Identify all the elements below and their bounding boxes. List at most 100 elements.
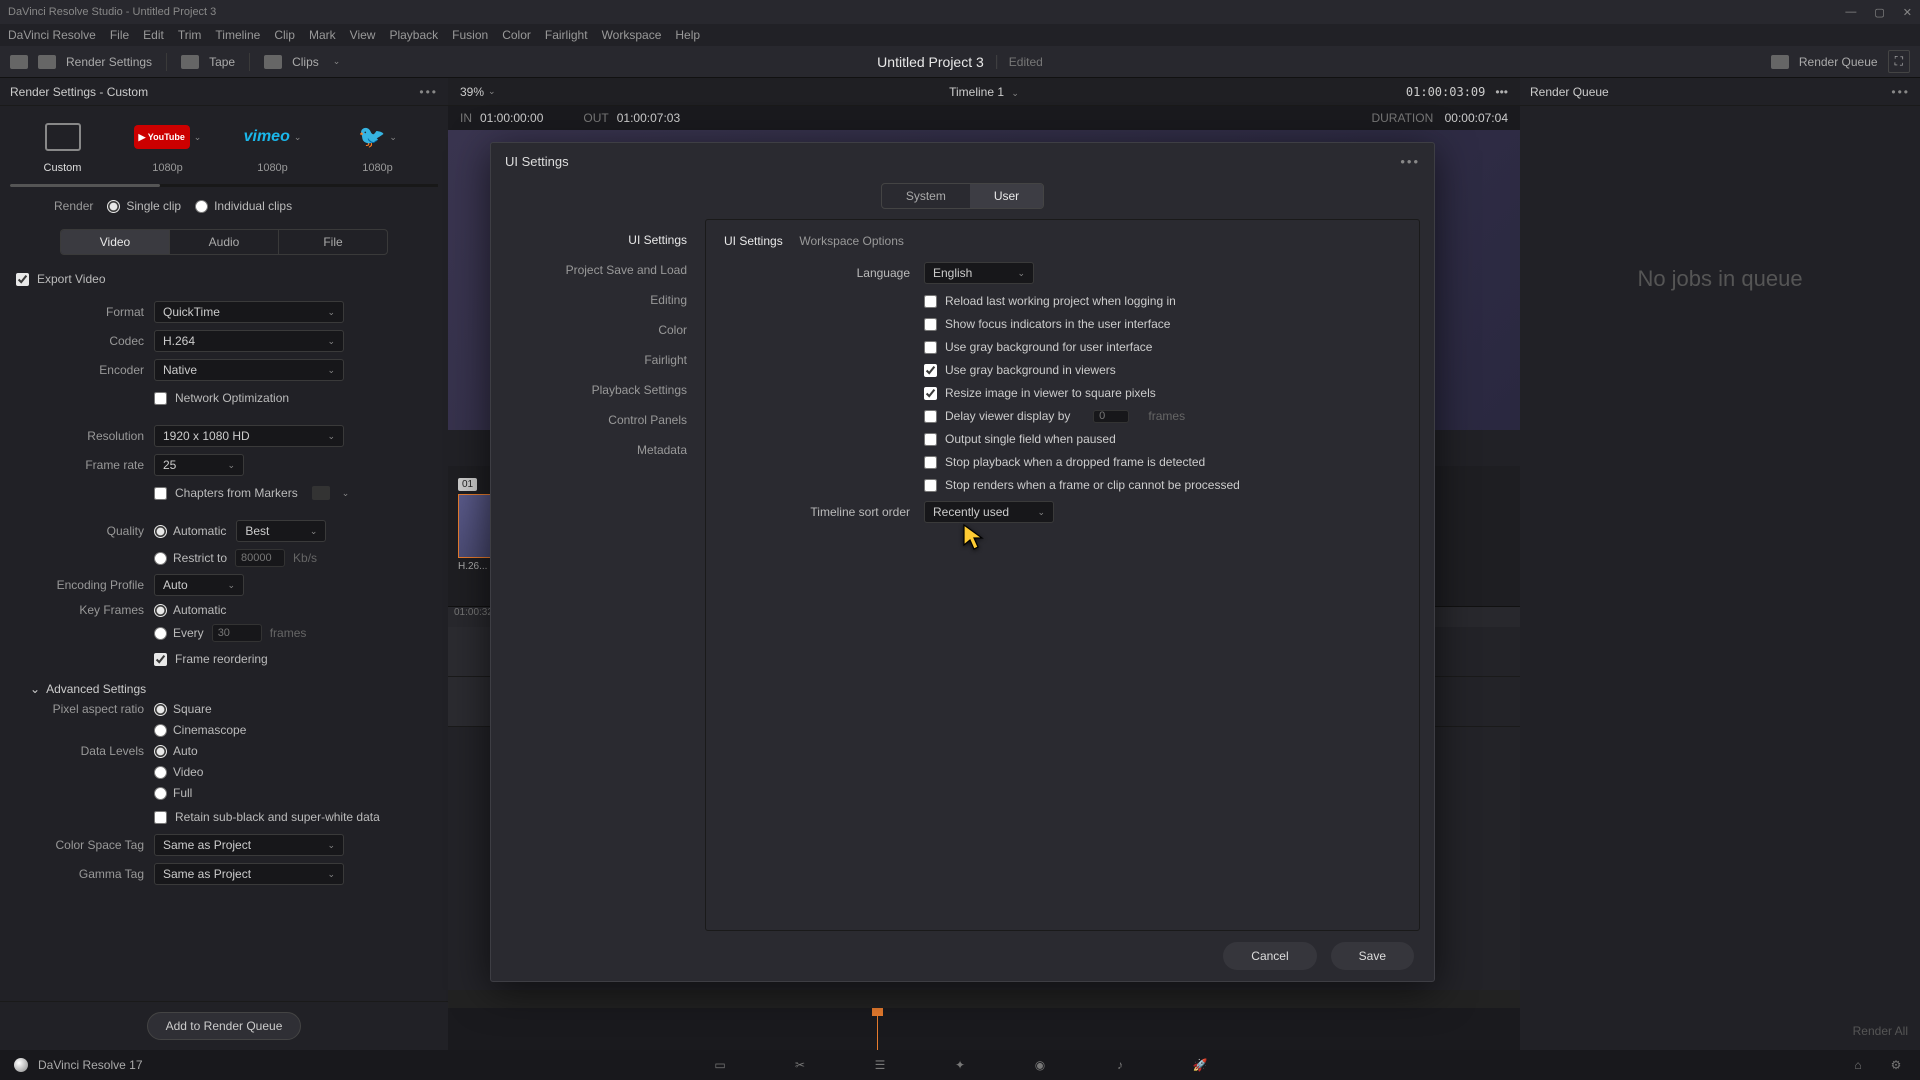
dl-full-radio[interactable]: Full — [154, 786, 438, 800]
panel-menu-button[interactable]: ••• — [419, 85, 438, 99]
menu-help[interactable]: Help — [675, 28, 700, 42]
menu-playback[interactable]: Playback — [389, 28, 438, 42]
retain-sub-checkbox[interactable] — [154, 811, 167, 824]
nav-ui-settings[interactable]: UI Settings — [505, 225, 705, 255]
preset-vimeo[interactable]: vimeo⌄ 1080p — [220, 120, 325, 174]
render-queue-icon[interactable] — [1771, 55, 1789, 69]
menu-mark[interactable]: Mark — [309, 28, 336, 42]
menu-workspace[interactable]: Workspace — [602, 28, 662, 42]
deliver-page-icon[interactable]: 🚀 — [1190, 1055, 1210, 1075]
color-page-icon[interactable]: ◉ — [1030, 1055, 1050, 1075]
tab-file[interactable]: File — [279, 230, 387, 254]
cut-page-icon[interactable]: ✂ — [790, 1055, 810, 1075]
chapters-checkbox[interactable] — [154, 487, 167, 500]
tab-video[interactable]: Video — [61, 230, 170, 254]
tab-user[interactable]: User — [970, 184, 1043, 208]
nav-control-panels[interactable]: Control Panels — [505, 405, 705, 435]
timeline-name[interactable]: Timeline 1 ⌄ — [949, 85, 1019, 99]
tape-icon[interactable] — [181, 55, 199, 69]
menu-trim[interactable]: Trim — [178, 28, 202, 42]
resolution-select[interactable]: 1920 x 1080 HD⌄ — [154, 425, 344, 447]
nav-playback[interactable]: Playback Settings — [505, 375, 705, 405]
preset-scrollbar[interactable] — [10, 184, 438, 187]
menu-color[interactable]: Color — [502, 28, 531, 42]
mini-timeline[interactable] — [448, 990, 1520, 1050]
gray-ui-checkbox[interactable] — [924, 341, 937, 354]
delay-input[interactable] — [1093, 410, 1129, 423]
reload-project-checkbox[interactable] — [924, 295, 937, 308]
expand-button[interactable]: ⛶ — [1888, 50, 1910, 73]
menu-edit[interactable]: Edit — [143, 28, 164, 42]
subtab-workspace[interactable]: Workspace Options — [799, 234, 904, 248]
render-settings-icon[interactable] — [38, 55, 56, 69]
tape-label[interactable]: Tape — [209, 55, 235, 69]
network-opt-checkbox[interactable] — [154, 392, 167, 405]
fairlight-page-icon[interactable]: ♪ — [1110, 1055, 1130, 1075]
tab-audio[interactable]: Audio — [170, 230, 279, 254]
quality-select[interactable]: Best⌄ — [236, 520, 326, 542]
nav-metadata[interactable]: Metadata — [505, 435, 705, 465]
stop-render-checkbox[interactable] — [924, 479, 937, 492]
advanced-toggle[interactable]: ⌄Advanced Settings — [10, 676, 438, 702]
frame-reorder-checkbox[interactable] — [154, 653, 167, 666]
fusion-page-icon[interactable]: ✦ — [950, 1055, 970, 1075]
preset-custom[interactable]: Custom — [10, 120, 115, 174]
viewer-menu-button[interactable]: ••• — [1495, 85, 1508, 99]
menu-timeline[interactable]: Timeline — [215, 28, 260, 42]
render-all-button[interactable]: Render All — [1853, 1024, 1908, 1038]
render-individual-radio[interactable]: Individual clips — [195, 199, 292, 213]
in-timecode[interactable]: 01:00:00:00 — [480, 111, 543, 125]
gamma-select[interactable]: Same as Project⌄ — [154, 863, 344, 885]
timeline-sort-select[interactable]: Recently used⌄ — [924, 501, 1054, 523]
cst-select[interactable]: Same as Project⌄ — [154, 834, 344, 856]
keyframes-every-radio[interactable]: Every — [154, 626, 204, 640]
restrict-input[interactable] — [235, 549, 285, 567]
modal-menu-button[interactable]: ••• — [1400, 154, 1420, 169]
nav-fairlight[interactable]: Fairlight — [505, 345, 705, 375]
cancel-button[interactable]: Cancel — [1223, 942, 1316, 970]
encoder-select[interactable]: Native⌄ — [154, 359, 344, 381]
preset-youtube[interactable]: ▶ YouTube⌄ 1080p — [115, 120, 220, 174]
edit-page-icon[interactable]: ☰ — [870, 1055, 890, 1075]
close-button[interactable]: ✕ — [1903, 6, 1912, 19]
nav-project-save[interactable]: Project Save and Load — [505, 255, 705, 285]
resize-square-checkbox[interactable] — [924, 387, 937, 400]
home-icon[interactable]: ⌂ — [1848, 1055, 1868, 1075]
quality-auto-radio[interactable]: Automatic — [154, 524, 226, 538]
export-video-checkbox[interactable] — [16, 273, 29, 286]
queue-menu-button[interactable]: ••• — [1891, 85, 1910, 99]
dl-video-radio[interactable]: Video — [154, 765, 438, 779]
zoom-level[interactable]: 39% — [460, 85, 484, 99]
render-single-radio[interactable]: Single clip — [107, 199, 181, 213]
keyframes-auto-radio[interactable]: Automatic — [154, 603, 438, 617]
nav-editing[interactable]: Editing — [505, 285, 705, 315]
format-select[interactable]: QuickTime⌄ — [154, 301, 344, 323]
save-button[interactable]: Save — [1331, 942, 1414, 970]
tab-system[interactable]: System — [882, 184, 970, 208]
chapter-color-swatch[interactable] — [312, 486, 330, 500]
focus-indicators-checkbox[interactable] — [924, 318, 937, 331]
menu-davinci[interactable]: DaVinci Resolve — [8, 28, 96, 42]
delay-viewer-checkbox[interactable] — [924, 410, 937, 423]
menu-fusion[interactable]: Fusion — [452, 28, 488, 42]
enc-profile-select[interactable]: Auto⌄ — [154, 574, 244, 596]
menu-clip[interactable]: Clip — [274, 28, 295, 42]
framerate-select[interactable]: 25⌄ — [154, 454, 244, 476]
par-cine-radio[interactable]: Cinemascope — [154, 723, 438, 737]
add-to-queue-button[interactable]: Add to Render Queue — [147, 1012, 302, 1040]
menu-view[interactable]: View — [350, 28, 376, 42]
minimize-button[interactable]: — — [1845, 6, 1856, 19]
clips-label[interactable]: Clips — [292, 55, 319, 69]
nav-color[interactable]: Color — [505, 315, 705, 345]
chevron-down-icon[interactable]: ⌄ — [333, 56, 341, 67]
preset-twitter[interactable]: 🐦⌄ 1080p — [325, 120, 430, 174]
render-queue-label[interactable]: Render Queue — [1799, 55, 1878, 69]
presets-icon[interactable] — [10, 55, 28, 69]
media-page-icon[interactable]: ▭ — [710, 1055, 730, 1075]
keyframes-every-input[interactable] — [212, 624, 262, 642]
dl-auto-radio[interactable]: Auto — [154, 744, 438, 758]
par-square-radio[interactable]: Square — [154, 702, 438, 716]
codec-select[interactable]: H.264⌄ — [154, 330, 344, 352]
out-timecode[interactable]: 01:00:07:03 — [617, 111, 680, 125]
gray-viewers-checkbox[interactable] — [924, 364, 937, 377]
